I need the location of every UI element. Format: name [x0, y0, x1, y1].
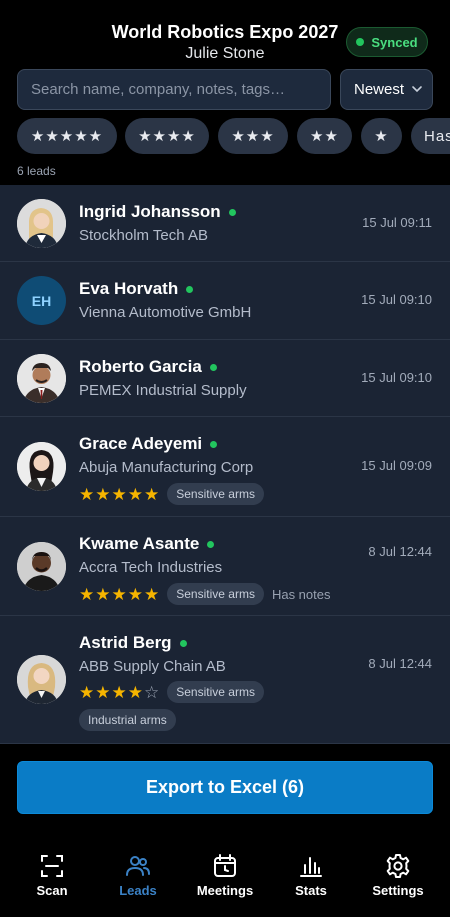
export-to-excel-button[interactable]: Export to Excel (6): [17, 761, 433, 814]
lead-meta: ★ ★ ★ ★ ★ Sensitive arms Has notes: [79, 583, 331, 605]
sync-dot-icon: [356, 38, 365, 46]
star-filled-icon: ★: [111, 484, 127, 504]
nav-item-settings[interactable]: Settings: [353, 853, 443, 898]
nav-label-scan: Scan: [36, 883, 68, 898]
rating-stars: ★ ★ ★ ★ ★: [79, 586, 159, 603]
lead-company: Vienna Automotive GmbH: [79, 304, 252, 321]
tag-badge: Sensitive arms: [167, 681, 264, 703]
star-filled-icon: ★: [127, 584, 143, 604]
lead-company: Abuja Manufacturing Corp: [79, 459, 254, 476]
star-filled-icon: ★: [79, 584, 95, 604]
star-filled-icon: ★: [111, 584, 127, 604]
app-header: World Robotics Expo 2027 Julie Stone Syn…: [0, 0, 450, 185]
lead-name: Astrid Berg: [79, 633, 187, 653]
rating-stars: ★ ★ ★ ★ ★: [79, 486, 159, 503]
sync-status-badge: Synced: [346, 27, 428, 57]
online-indicator-icon: [228, 208, 236, 216]
lead-company: Accra Tech Industries: [79, 559, 223, 576]
lead-meta: ★ ★ ★ ★ ★ Sensitive arms: [79, 483, 264, 505]
star-filled-icon: ★: [79, 484, 95, 504]
lead-timestamp: 15 Jul 09:11: [362, 215, 432, 230]
nav-item-meetings[interactable]: Meetings: [180, 853, 270, 898]
star-filled-icon: ★: [144, 484, 160, 504]
lead-count: 6 leads: [17, 164, 56, 178]
lead-meta-tags: Industrial arms: [79, 709, 176, 731]
lead-timestamp: 8 Jul 12:44: [368, 544, 432, 559]
online-indicator-icon: [209, 363, 217, 371]
filter-chip-3-stars[interactable]: ★★★: [218, 118, 288, 154]
lead-timestamp: 8 Jul 12:44: [368, 656, 432, 671]
has-notes-label: Has notes: [271, 586, 331, 602]
lead-timestamp: 15 Jul 09:09: [361, 458, 432, 473]
list-item[interactable]: Ingrid Johansson Stockholm Tech AB 15 Ju…: [0, 185, 450, 262]
list-item[interactable]: Grace Adeyemi Abuja Manufacturing Corp 1…: [0, 417, 450, 517]
star-filled-icon: ★: [127, 682, 143, 702]
online-indicator-icon: [186, 285, 194, 293]
star-filled-icon: ★: [111, 682, 127, 702]
avatar: [17, 199, 66, 248]
list-item[interactable]: Astrid Berg ABB Supply Chain AB 8 Jul 12…: [0, 616, 450, 744]
lead-company: PEMEX Industrial Supply: [79, 382, 247, 399]
lead-name: Ingrid Johansson: [79, 202, 236, 222]
online-indicator-icon: [179, 639, 187, 647]
lead-name: Grace Adeyemi: [79, 434, 218, 454]
bar-chart-icon: [300, 857, 322, 877]
event-title: World Robotics Expo 2027: [111, 22, 339, 42]
lead-company: ABB Supply Chain AB: [79, 658, 226, 675]
avatar: [17, 442, 66, 491]
filter-chip-2-stars[interactable]: ★★: [297, 118, 352, 154]
nav-label-leads: Leads: [119, 883, 157, 898]
filter-chips: ★★★★★ ★★★★ ★★★ ★★ ★ Has: [17, 118, 450, 154]
nav-item-scan[interactable]: Scan: [7, 853, 97, 898]
star-filled-icon: ★: [95, 584, 111, 604]
list-item[interactable]: Roberto Garcia PEMEX Industrial Supply 1…: [0, 340, 450, 417]
filter-chip-1-star[interactable]: ★: [361, 118, 402, 154]
calendar-icon: [214, 854, 236, 877]
users-icon: [126, 856, 150, 876]
avatar: [17, 354, 66, 403]
filter-chip-4-stars[interactable]: ★★★★: [125, 118, 209, 154]
user-name: Julie Stone: [185, 45, 265, 62]
avatar: [17, 655, 66, 704]
nav-item-leads[interactable]: Leads: [93, 853, 183, 898]
star-filled-icon: ★: [144, 584, 160, 604]
search-input[interactable]: [17, 69, 331, 110]
tag-badge: Sensitive arms: [167, 583, 264, 605]
filter-chip-5-stars[interactable]: ★★★★★: [17, 118, 117, 154]
star-filled-icon: ★: [127, 484, 143, 504]
rating-stars: ★ ★ ★ ★ ☆: [79, 684, 159, 701]
sync-status-label: Synced: [371, 34, 418, 50]
list-item[interactable]: EH Eva Horvath Vienna Automotive GmbH 15…: [0, 262, 450, 340]
star-filled-icon: ★: [95, 682, 111, 702]
lead-name: Roberto Garcia: [79, 357, 217, 377]
lead-company: Stockholm Tech AB: [79, 227, 208, 244]
list-item[interactable]: Kwame Asante Accra Tech Industries 8 Jul…: [0, 517, 450, 616]
tag-badge: Sensitive arms: [167, 483, 264, 505]
scan-icon: [41, 855, 63, 877]
nav-label-settings: Settings: [372, 883, 424, 898]
lead-name: Kwame Asante: [79, 534, 215, 554]
avatar: [17, 542, 66, 591]
online-indicator-icon: [210, 440, 218, 448]
filter-chip-has-notes[interactable]: Has: [411, 118, 450, 154]
tag-badge: Industrial arms: [79, 709, 176, 731]
lead-meta: ★ ★ ★ ★ ☆ Sensitive arms: [79, 681, 264, 703]
lead-timestamp: 15 Jul 09:10: [361, 370, 432, 385]
star-empty-icon: ☆: [144, 682, 160, 702]
online-indicator-icon: [207, 540, 215, 548]
bottom-navigation: Scan Leads Meetings Stats Settings: [0, 843, 450, 917]
nav-item-stats[interactable]: Stats: [266, 853, 356, 898]
lead-timestamp: 15 Jul 09:10: [361, 292, 432, 307]
nav-label-stats: Stats: [295, 883, 327, 898]
sort-select[interactable]: Newest: [340, 69, 433, 110]
star-filled-icon: ★: [95, 484, 111, 504]
nav-label-meetings: Meetings: [196, 883, 254, 898]
star-filled-icon: ★: [79, 682, 95, 702]
chevron-down-icon: [412, 86, 422, 93]
avatar-initials: EH: [17, 276, 66, 325]
lead-name: Eva Horvath: [79, 279, 194, 299]
sort-selected-label: Newest: [354, 81, 405, 98]
gear-icon: [386, 854, 410, 878]
